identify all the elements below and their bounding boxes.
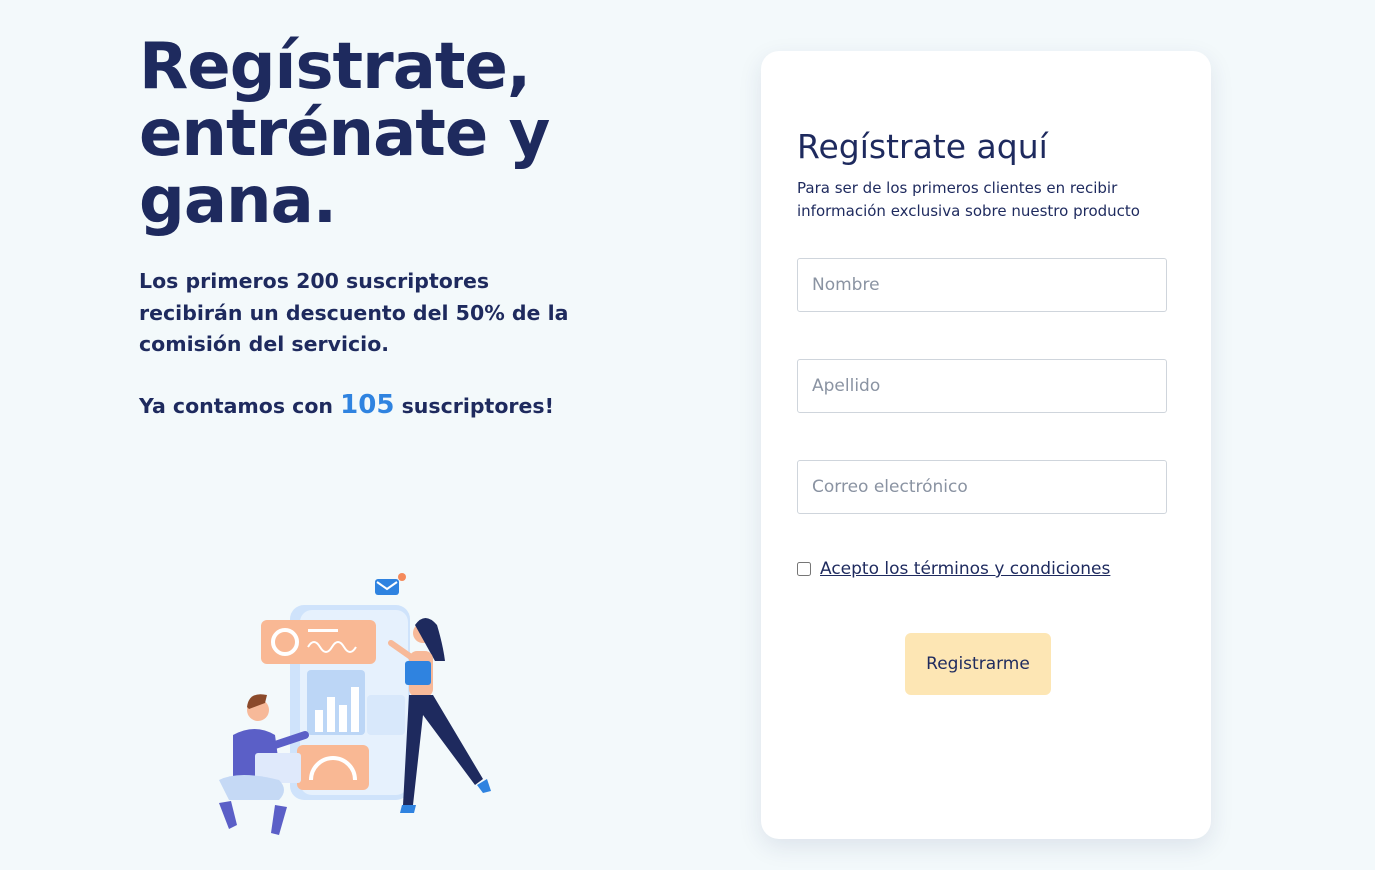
count-prefix: Ya contamos con: [139, 394, 341, 418]
email-input[interactable]: [797, 460, 1167, 514]
promo-text: Los primeros 200 suscriptores recibirán …: [139, 269, 569, 356]
terms-row: Acepto los términos y condiciones: [797, 559, 1110, 579]
card-line: [308, 629, 338, 632]
woman-shoe: [400, 805, 416, 813]
hero-title-line: Regístrate,: [139, 30, 531, 104]
notification-dot: [398, 573, 406, 581]
subscriber-count: 105: [340, 390, 395, 420]
terms-checkbox[interactable]: [797, 562, 811, 576]
gauge-card: [297, 745, 369, 790]
bar: [327, 697, 335, 732]
hero-title-line: gana.: [139, 164, 337, 238]
bar: [339, 705, 347, 732]
analytics-card: [261, 620, 376, 664]
register-button[interactable]: Registrarme: [905, 633, 1051, 695]
hero-title: Regístrate, entrénate y gana.: [139, 34, 659, 235]
analytics-illustration: [219, 573, 491, 835]
form-subtitle: Para ser de los primeros clientes en rec…: [797, 179, 1140, 220]
registration-page: Regístrate, entrénate y gana. Los primer…: [0, 0, 1375, 870]
bar-chart-card-small: [367, 695, 405, 735]
man-shoe: [271, 805, 287, 835]
count-suffix: suscriptores!: [394, 394, 554, 418]
terms-link[interactable]: Acepto los términos y condiciones: [820, 559, 1110, 579]
email-icon: [375, 579, 399, 595]
subscriber-count-line: Ya contamos con 105 suscriptores!: [139, 390, 554, 420]
registration-card: Regístrate aquí Para ser de los primeros…: [761, 51, 1211, 839]
first-name-input[interactable]: [797, 258, 1167, 312]
woman-tablet: [405, 661, 431, 685]
bar: [315, 710, 323, 732]
form-title: Regístrate aquí: [797, 127, 1048, 166]
man-shoe: [219, 801, 237, 829]
woman-legs: [403, 695, 483, 805]
bar: [351, 687, 359, 732]
last-name-input[interactable]: [797, 359, 1167, 413]
hero-title-line: entrénate y: [139, 97, 550, 171]
